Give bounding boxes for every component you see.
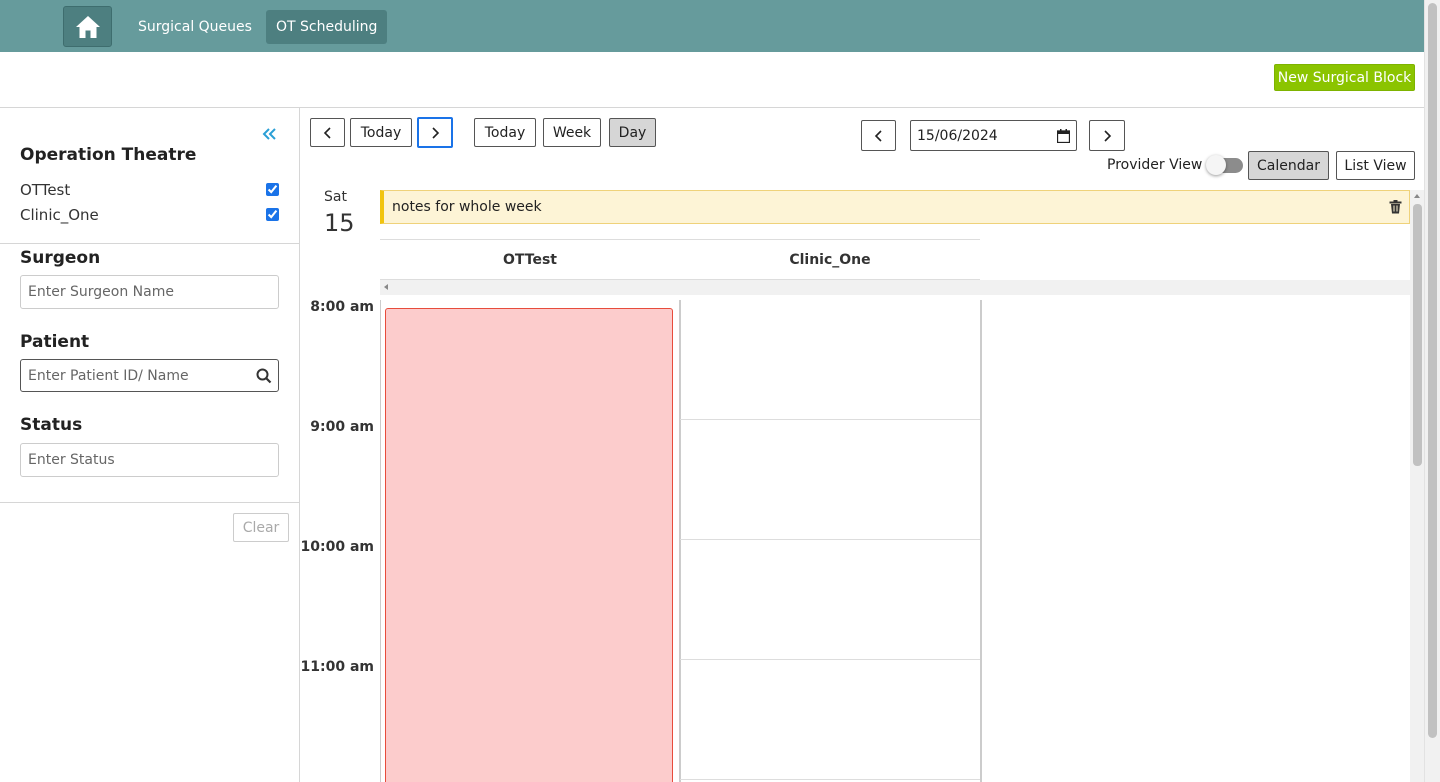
resource-header-ottest: OTTest: [503, 252, 557, 268]
provider-view-toggle[interactable]: [1206, 155, 1243, 175]
trash-icon[interactable]: [1389, 200, 1402, 214]
day-name: Sat: [324, 189, 347, 205]
column-divider: [679, 300, 681, 782]
nav-surgical-queues[interactable]: Surgical Queues: [128, 10, 262, 44]
date-picker-input[interactable]: 15/06/2024: [910, 120, 1077, 151]
resource-header: OTTest Clinic_One: [380, 239, 980, 280]
today-nav-button[interactable]: Today: [350, 118, 412, 147]
nav-ot-scheduling[interactable]: OT Scheduling: [266, 10, 388, 44]
search-icon[interactable]: [256, 368, 272, 384]
view-day-button[interactable]: Day: [609, 118, 656, 147]
home-button[interactable]: [63, 6, 112, 47]
scrollbar-thumb[interactable]: [1428, 3, 1437, 738]
surgical-block-event[interactable]: [385, 308, 673, 782]
operation-theatre-heading: Operation Theatre: [20, 145, 197, 165]
divider: [0, 502, 300, 503]
date-prev-button[interactable]: [861, 120, 896, 151]
ot-item-label: Clinic_One: [20, 206, 99, 224]
scroll-up-arrow[interactable]: [1414, 194, 1420, 198]
hour-line: [680, 779, 980, 780]
chevron-right-icon: [1104, 129, 1112, 142]
view-today-button[interactable]: Today: [474, 118, 536, 147]
chevron-left-icon: [874, 129, 882, 142]
filter-sidebar: Operation Theatre OTTest Clinic_One Surg…: [0, 108, 300, 782]
scrollbar-thumb[interactable]: [1413, 204, 1422, 466]
horizontal-scrollbar[interactable]: [380, 280, 1410, 295]
new-surgical-block-button[interactable]: New Surgical Block: [1274, 64, 1415, 91]
ot-checkbox-ottest[interactable]: [266, 183, 279, 196]
calendar-scrollbar[interactable]: [1410, 190, 1424, 782]
surgeon-heading: Surgeon: [20, 248, 101, 268]
page-scrollbar[interactable]: [1424, 0, 1440, 782]
hour-line: [680, 659, 980, 660]
prev-button[interactable]: [310, 118, 345, 147]
calendar-mode-button[interactable]: Calendar: [1248, 151, 1329, 180]
resource-header-clinic-one: Clinic_One: [789, 252, 871, 268]
page-header: New Surgical Block: [0, 52, 1424, 108]
ot-item-label: OTTest: [20, 181, 71, 199]
scroll-left-arrow[interactable]: [384, 284, 388, 290]
hour-line: [680, 419, 980, 420]
divider: [0, 243, 300, 244]
time-label: 8:00 am: [310, 299, 374, 315]
view-week-button[interactable]: Week: [543, 118, 601, 147]
status-heading: Status: [20, 415, 83, 435]
next-button[interactable]: [417, 117, 453, 148]
double-chevron-left-icon[interactable]: [260, 125, 278, 143]
top-nav-bar: Surgical Queues OT Scheduling: [0, 0, 1424, 52]
date-next-button[interactable]: [1089, 120, 1125, 151]
status-filter-input[interactable]: [20, 443, 279, 477]
week-note-banner: notes for whole week: [380, 190, 1410, 224]
hour-line: [680, 539, 980, 540]
date-value: 15/06/2024: [917, 127, 998, 144]
time-label: 10:00 am: [300, 539, 374, 555]
ot-item-clinic-one: Clinic_One: [20, 206, 280, 226]
surgeon-search-input[interactable]: [20, 275, 279, 309]
provider-view-label: Provider View: [1107, 157, 1203, 173]
ot-checkbox-clinic-one[interactable]: [266, 208, 279, 221]
chevron-right-icon: [432, 126, 440, 139]
home-icon: [75, 15, 100, 38]
toggle-knob: [1206, 155, 1226, 175]
calendar-icon[interactable]: [1057, 128, 1070, 143]
week-note-text: notes for whole week: [392, 199, 542, 215]
time-label: 9:00 am: [310, 419, 374, 435]
day-number: 15: [324, 209, 355, 237]
clear-filters-button[interactable]: Clear: [233, 513, 289, 542]
column-divider: [980, 300, 982, 782]
patient-heading: Patient: [20, 332, 90, 352]
ot-item-ottest: OTTest: [20, 181, 280, 201]
time-label: 11:00 am: [300, 659, 374, 675]
patient-search-input[interactable]: [20, 359, 279, 392]
chevron-left-icon: [323, 126, 331, 139]
list-view-button[interactable]: List View: [1336, 151, 1415, 180]
